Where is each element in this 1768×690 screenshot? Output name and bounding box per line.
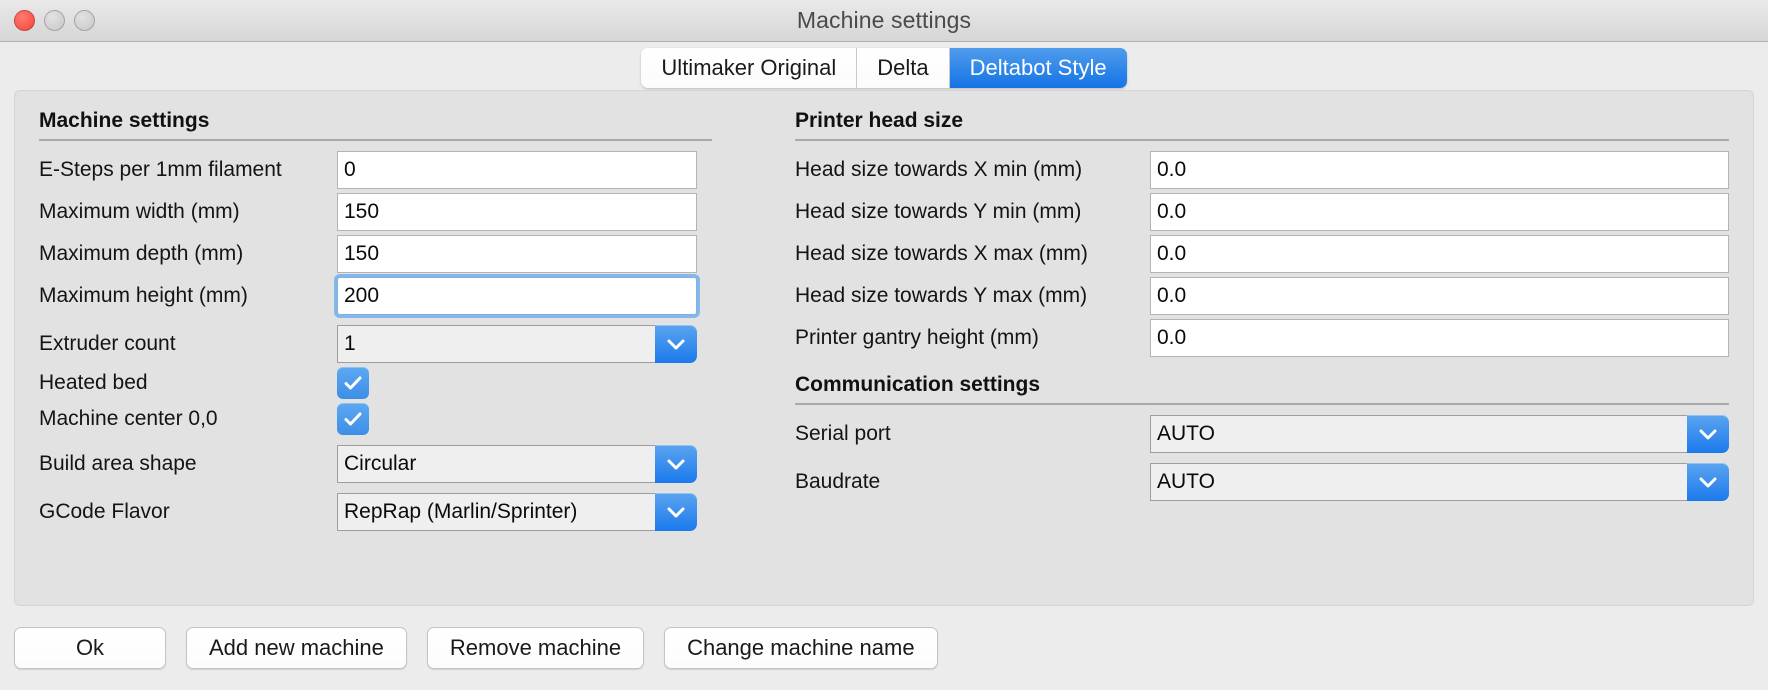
dropdown-build-area-shape[interactable]: Circular [337,445,697,483]
label-head-y-min: Head size towards Y min (mm) [795,200,1082,223]
label-e-steps: E-Steps per 1mm filament [39,158,282,181]
dropdown-serial-port[interactable]: AUTO [1150,415,1729,453]
tab-delta[interactable]: Delta [857,48,950,88]
tab-ultimaker-original[interactable]: Ultimaker Original [641,48,858,88]
input-max-width[interactable]: 150 [337,193,697,231]
dropdown-extruder-count-value: 1 [337,325,655,363]
tab-bar: Ultimaker Original Delta Deltabot Style [641,48,1127,88]
row-head-x-min: Head size towards X min (mm) 0.0 [795,149,1729,191]
label-build-area-shape: Build area shape [39,452,197,475]
input-head-y-min[interactable]: 0.0 [1150,193,1729,231]
row-gcode-flavor: GCode Flavor RepRap (Marlin/Sprinter) [39,491,775,533]
row-machine-center: Machine center 0,0 [39,401,775,437]
printer-head-column: Printer head size Head size towards X mi… [775,109,1753,605]
label-max-width: Maximum width (mm) [39,200,240,223]
machine-settings-heading: Machine settings [39,109,210,132]
dropdown-gcode-flavor-value: RepRap (Marlin/Sprinter) [337,493,655,531]
row-max-height: Maximum height (mm) 200 [39,275,775,317]
section-divider [795,403,1729,405]
label-head-y-max: Head size towards Y max (mm) [795,284,1088,307]
dialog-button-bar: Ok Add new machine Remove machine Change… [0,606,1768,690]
row-head-x-max: Head size towards X max (mm) 0.0 [795,233,1729,275]
row-max-depth: Maximum depth (mm) 150 [39,233,775,275]
label-machine-center: Machine center 0,0 [39,407,218,430]
row-serial-port: Serial port AUTO [795,413,1729,455]
label-max-height: Maximum height (mm) [39,284,248,307]
dropdown-build-area-shape-value: Circular [337,445,655,483]
section-divider [39,139,712,141]
checkbox-heated-bed[interactable] [337,367,369,399]
label-extruder-count: Extruder count [39,332,176,355]
tab-deltabot-style[interactable]: Deltabot Style [949,48,1127,88]
chevron-down-icon[interactable] [655,445,697,483]
label-gcode-flavor: GCode Flavor [39,500,170,523]
dropdown-gcode-flavor[interactable]: RepRap (Marlin/Sprinter) [337,493,697,531]
remove-machine-button[interactable]: Remove machine [426,627,645,669]
row-build-area-shape: Build area shape Circular [39,443,775,485]
row-head-y-min: Head size towards Y min (mm) 0.0 [795,191,1729,233]
label-head-x-max: Head size towards X max (mm) [795,242,1088,265]
machine-settings-column: Machine settings E-Steps per 1mm filamen… [15,109,775,605]
settings-panel: Machine settings E-Steps per 1mm filamen… [14,90,1754,606]
row-gantry-height: Printer gantry height (mm) 0.0 [795,317,1729,359]
row-extruder-count: Extruder count 1 [39,323,775,365]
input-head-x-min[interactable]: 0.0 [1150,151,1729,189]
label-baudrate: Baudrate [795,470,881,493]
input-head-x-max[interactable]: 0.0 [1150,235,1729,273]
chevron-down-icon[interactable] [1687,463,1729,501]
dropdown-serial-port-value: AUTO [1150,415,1687,453]
chevron-down-icon[interactable] [655,493,697,531]
chevron-down-icon[interactable] [655,325,697,363]
tab-bar-zone: Ultimaker Original Delta Deltabot Style [0,42,1768,90]
row-head-y-max: Head size towards Y max (mm) 0.0 [795,275,1729,317]
communication-settings-heading: Communication settings [795,373,1041,396]
section-divider [795,139,1729,141]
machine-settings-window: Machine settings Ultimaker Original Delt… [0,0,1768,690]
dropdown-baudrate-value: AUTO [1150,463,1687,501]
row-baudrate: Baudrate AUTO [795,461,1729,503]
row-max-width: Maximum width (mm) 150 [39,191,775,233]
label-gantry-height: Printer gantry height (mm) [795,326,1039,349]
add-new-machine-button[interactable]: Add new machine [186,627,407,669]
input-gantry-height[interactable]: 0.0 [1150,319,1729,357]
dropdown-baudrate[interactable]: AUTO [1150,463,1729,501]
window-title: Machine settings [796,7,972,33]
chevron-down-icon[interactable] [1687,415,1729,453]
ok-button[interactable]: Ok [14,627,166,669]
change-machine-name-button[interactable]: Change machine name [664,627,938,669]
title-bar: Machine settings [0,0,1768,42]
printer-head-size-heading: Printer head size [795,109,964,132]
input-e-steps[interactable]: 0 [337,151,697,189]
label-head-x-min: Head size towards X min (mm) [795,158,1083,181]
input-max-height[interactable]: 200 [337,277,697,315]
row-e-steps: E-Steps per 1mm filament 0 [39,149,775,191]
checkbox-machine-center[interactable] [337,403,369,435]
input-head-y-max[interactable]: 0.0 [1150,277,1729,315]
dropdown-extruder-count[interactable]: 1 [337,325,697,363]
label-max-depth: Maximum depth (mm) [39,242,244,265]
label-serial-port: Serial port [795,422,891,445]
input-max-depth[interactable]: 150 [337,235,697,273]
row-heated-bed: Heated bed [39,365,775,401]
label-heated-bed: Heated bed [39,371,148,394]
